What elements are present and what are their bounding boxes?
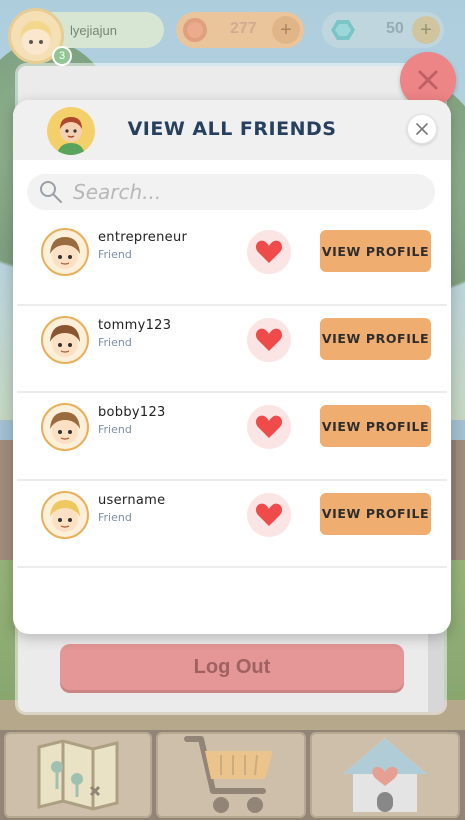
friend-status: Friend <box>98 335 132 349</box>
view-profile-button[interactable]: VIEW PROFILE <box>320 492 431 535</box>
friend-status: Friend <box>98 248 132 261</box>
heart-icon <box>255 503 283 526</box>
like-button[interactable] <box>247 492 291 537</box>
search-bar <box>27 174 435 210</box>
view-profile-button[interactable]: VIEW PROFILE <box>320 230 431 272</box>
like-button[interactable] <box>247 317 291 362</box>
list-item: tommy123 Friend VIEW PROFILE <box>13 306 451 393</box>
list-item: bobby123 Friend VIEW PROFILE <box>13 393 451 481</box>
modal-header: VIEW ALL FRIENDS <box>13 100 451 160</box>
divider <box>17 566 447 568</box>
friend-name: bobby123 <box>98 405 166 420</box>
friend-name: entrepreneur <box>98 230 188 245</box>
heart-icon <box>255 415 283 438</box>
modal-title: VIEW ALL FRIENDS <box>127 118 337 140</box>
search-icon <box>40 181 62 203</box>
search-input[interactable] <box>73 180 413 204</box>
friend-name: tommy123 <box>98 317 172 333</box>
view-profile-button[interactable]: VIEW PROFILE <box>320 405 431 447</box>
avatar[interactable] <box>41 315 89 364</box>
heart-icon <box>255 328 283 351</box>
list-item: entrepreneur Friend VIEW PROFILE <box>13 218 451 306</box>
avatar[interactable] <box>41 490 89 539</box>
avatar[interactable] <box>41 403 89 451</box>
like-button[interactable] <box>247 230 291 274</box>
friend-status: Friend <box>98 510 132 524</box>
modal-close-button[interactable] <box>407 114 437 144</box>
friend-name: username <box>98 492 166 508</box>
friend-list: entrepreneur Friend VIEW PROFILE tommy12… <box>13 218 451 568</box>
heart-icon <box>255 240 283 263</box>
close-icon <box>416 123 428 135</box>
list-item: username Friend VIEW PROFILE <box>13 481 451 568</box>
avatar[interactable] <box>41 228 89 276</box>
like-button[interactable] <box>247 405 291 449</box>
friends-modal: VIEW ALL FRIENDS entrepreneur Friend <box>13 100 451 634</box>
view-profile-button[interactable]: VIEW PROFILE <box>320 317 431 360</box>
friend-status: Friend <box>98 423 132 436</box>
